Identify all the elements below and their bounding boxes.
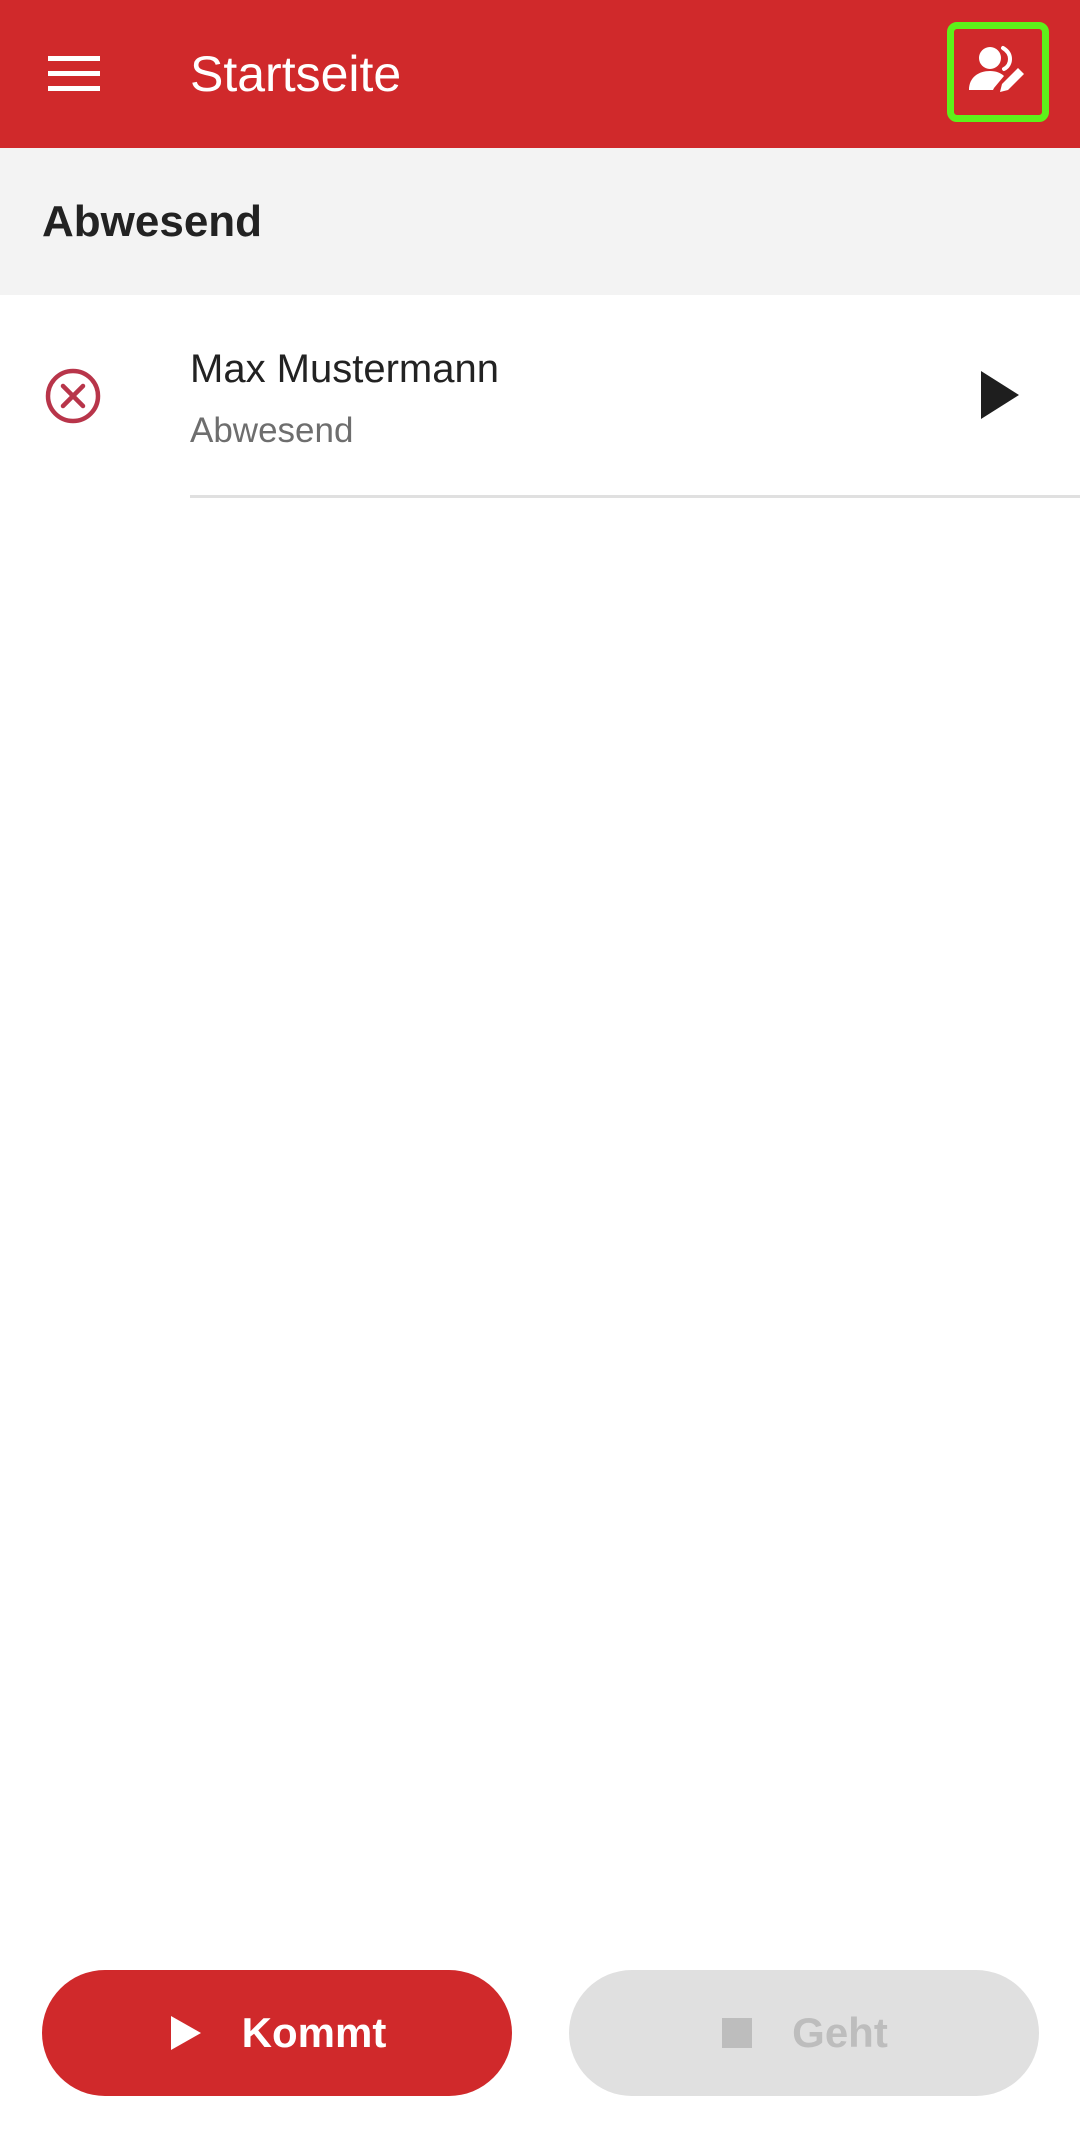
page-title: Startseite [190, 46, 402, 102]
menu-button[interactable] [30, 34, 118, 114]
list-divider [190, 495, 1080, 498]
section-header: Abwesend [0, 148, 1080, 295]
stop-icon [720, 2016, 754, 2050]
edit-user-button[interactable] [947, 22, 1049, 122]
geht-label: Geht [792, 2009, 888, 2056]
user-edit-icon [969, 46, 1024, 92]
geht-button[interactable]: Geht [569, 1970, 1039, 2096]
app-bar: Startseite [0, 0, 1080, 148]
kommt-label: Kommt [241, 2009, 387, 2056]
play-arrow-icon [981, 371, 1019, 419]
play-icon [168, 2013, 204, 2053]
section-title: Abwesend [42, 197, 263, 246]
list-item[interactable]: Max Mustermann Abwesend [0, 295, 1080, 498]
absent-x-circle-icon [45, 368, 101, 424]
employee-name: Max Mustermann [190, 347, 499, 391]
employee-status: Abwesend [190, 411, 354, 450]
hamburger-menu-icon [48, 56, 100, 91]
kommt-button[interactable]: Kommt [42, 1970, 512, 2096]
